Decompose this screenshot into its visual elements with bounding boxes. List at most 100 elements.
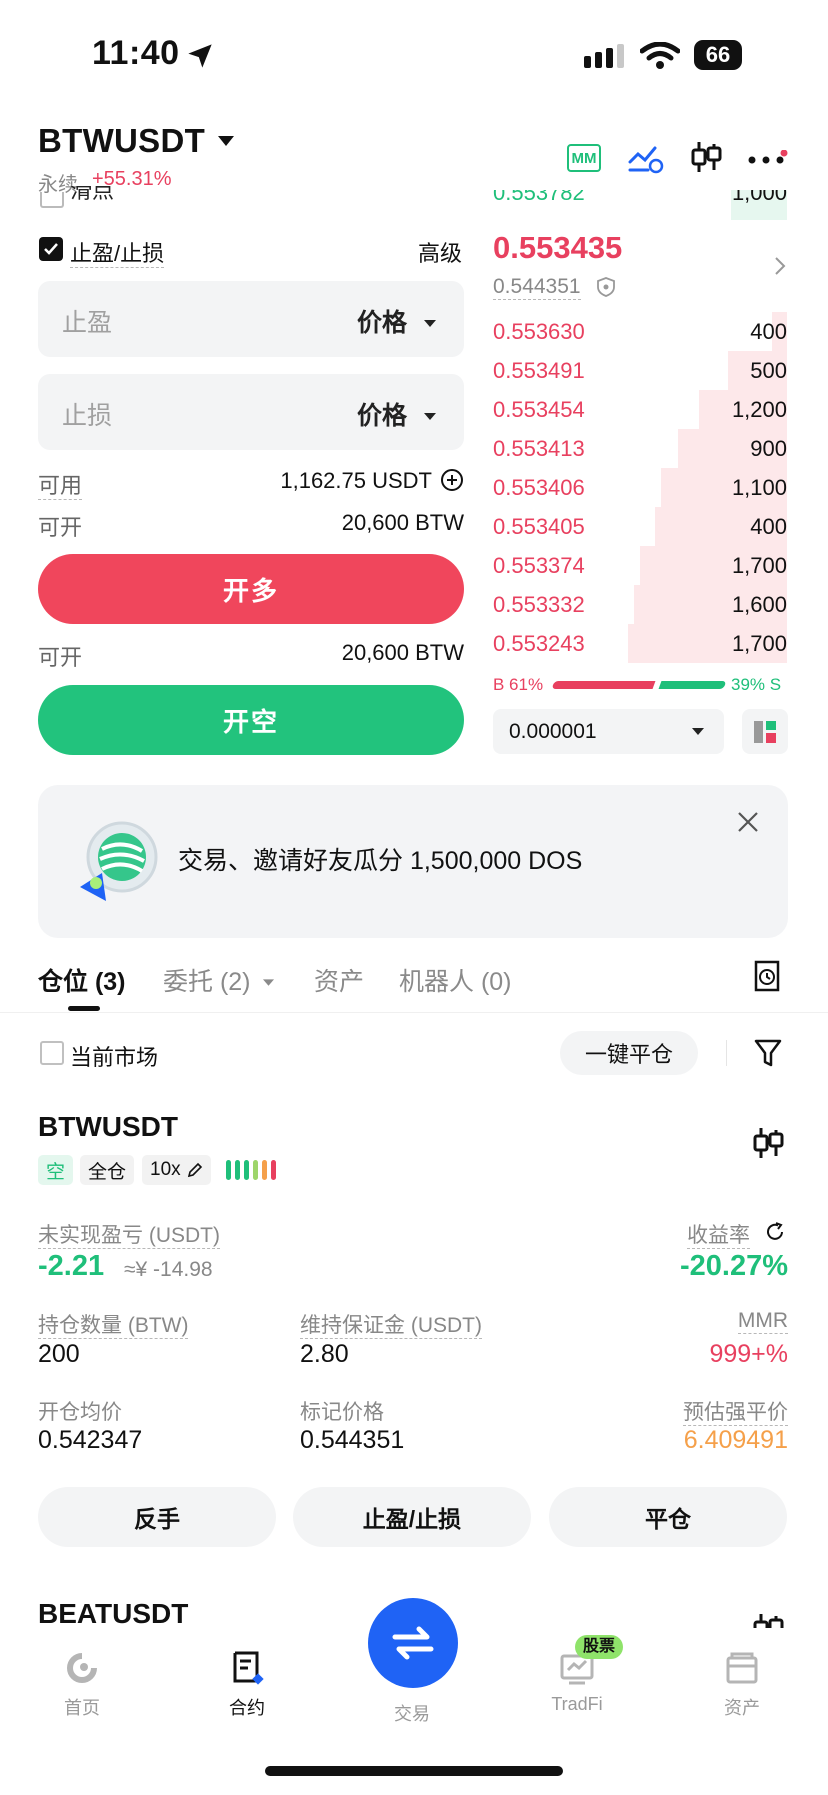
checkmark-icon — [44, 243, 58, 255]
margin-mode-tag[interactable]: 全仓 — [80, 1155, 135, 1185]
tab-active-indicator — [68, 1006, 100, 1011]
candlestick-icon[interactable] — [752, 1126, 784, 1160]
last-price: 0.553435 — [493, 230, 623, 265]
ask-price: 0.553630 — [493, 319, 585, 344]
promo-coin-icon — [72, 817, 158, 907]
ask-row[interactable]: 0.553491 500 — [493, 351, 787, 390]
layout-icon — [754, 720, 776, 743]
edit-icon — [187, 1162, 202, 1178]
sl-price-type-dropdown[interactable]: 价格 — [357, 396, 436, 432]
add-circle-icon[interactable] — [440, 468, 464, 492]
wallet-icon — [726, 1652, 758, 1684]
stop-loss-placeholder: 止损 — [62, 402, 113, 430]
ask-quantity: 400 — [750, 514, 787, 539]
reverse-button[interactable]: 反手 — [38, 1487, 276, 1547]
ask-price: 0.553243 — [493, 631, 585, 656]
position-symbol[interactable]: BTWUSDT — [38, 1111, 178, 1143]
close-all-button[interactable]: 一键平仓 — [560, 1031, 698, 1075]
ask-quantity: 500 — [750, 358, 787, 383]
unrealized-pnl-value: -2.21 — [38, 1250, 105, 1282]
open-long-button[interactable]: 开多 — [38, 554, 464, 624]
symbol-title[interactable]: BTWUSDT — [38, 122, 205, 160]
unrealized-pnl-cny: ≈¥ -14.98 — [124, 1258, 213, 1281]
tradfi-badge: 股票 — [575, 1635, 624, 1659]
ask-row[interactable]: 0.553243 1,700 — [493, 624, 787, 663]
advanced-link[interactable]: 高级 — [418, 236, 462, 268]
ask-row[interactable]: 0.553405 400 — [493, 507, 787, 546]
nav-home[interactable]: 首页 — [32, 1650, 132, 1720]
ask-row[interactable]: 0.553406 1,100 — [493, 468, 787, 507]
nav-trade-label: 交易 — [394, 1704, 430, 1724]
mark-price: 0.544351 — [493, 275, 581, 300]
next-position-symbol[interactable]: BEATUSDT — [38, 1598, 188, 1630]
close-icon[interactable] — [737, 811, 759, 833]
tp-sl-checkbox[interactable] — [39, 237, 63, 261]
trade-fab-button[interactable] — [368, 1598, 458, 1688]
trend-chart-icon[interactable] — [628, 142, 664, 174]
contract-icon — [233, 1651, 264, 1685]
sell-ratio-bar — [658, 681, 727, 689]
ask-quantity: 1,700 — [731, 631, 787, 656]
shield-icon — [597, 277, 615, 297]
precision-dropdown[interactable]: 0.000001 — [493, 709, 724, 754]
ask-quantity: 1,700 — [731, 553, 787, 578]
nav-tradfi-label: TradFi — [551, 1694, 603, 1714]
tab-positions[interactable]: 仓位 (3) — [38, 962, 126, 998]
ask-price: 0.553406 — [493, 475, 585, 500]
location-arrow-icon — [186, 42, 214, 70]
can-open-long-label: 可开 — [38, 515, 83, 540]
caret-down-icon — [692, 728, 704, 735]
risk-level-bars — [226, 1160, 278, 1185]
open-short-button[interactable]: 开空 — [38, 685, 464, 755]
mark-price-label: 标记价格 — [300, 1401, 384, 1424]
caret-down-icon — [424, 413, 436, 421]
buy-ratio-bar — [551, 681, 656, 689]
history-icon[interactable] — [754, 960, 780, 992]
nav-contract[interactable]: 合约 — [197, 1650, 297, 1720]
mmr-label: MMR — [737, 1309, 788, 1334]
share-refresh-icon[interactable] — [764, 1221, 786, 1243]
promo-banner[interactable]: 交易、邀请好友瓜分 1,500,000 DOS — [38, 785, 788, 938]
ask-row[interactable]: 0.553630 400 — [493, 312, 787, 351]
filter-divider — [726, 1040, 727, 1066]
slippage-checkbox[interactable] — [40, 192, 64, 208]
ask-row[interactable]: 0.553374 1,700 — [493, 546, 787, 585]
home-icon — [67, 1653, 97, 1683]
ask-row[interactable]: 0.553332 1,600 — [493, 585, 787, 624]
nav-assets[interactable]: 资产 — [692, 1650, 792, 1720]
ask-quantity: 400 — [750, 319, 787, 344]
candlestick-icon[interactable] — [690, 140, 722, 174]
ask-row[interactable]: 0.553413 900 — [493, 429, 787, 468]
filter-icon[interactable] — [754, 1038, 782, 1068]
tp-sl-label[interactable]: 止盈/止损 — [70, 236, 165, 268]
maint-margin-value: 2.80 — [300, 1340, 349, 1368]
caret-down-icon — [424, 320, 436, 328]
tab-assets[interactable]: 资产 — [314, 962, 364, 998]
current-market-checkbox[interactable] — [40, 1041, 64, 1065]
leverage-tag[interactable]: 10x — [142, 1155, 211, 1185]
nav-tradfi[interactable]: TradFi — [527, 1650, 627, 1715]
tp-sl-button[interactable]: 止盈/止损 — [293, 1487, 531, 1547]
tabs-divider — [0, 1012, 828, 1013]
take-profit-field[interactable]: 止盈 价格 — [38, 281, 464, 357]
orderbook-top-partial-row: 0.553782 1,000 — [493, 190, 787, 220]
chevron-right-icon[interactable] — [774, 256, 786, 276]
nav-trade[interactable]: 交易 — [362, 1700, 462, 1726]
close-position-button[interactable]: 平仓 — [549, 1487, 787, 1547]
candlestick-icon[interactable] — [752, 1612, 784, 1628]
stop-loss-field[interactable]: 止损 价格 — [38, 374, 464, 450]
orderbook-layout-button[interactable] — [742, 709, 788, 754]
tab-orders[interactable]: 委托 (2) — [163, 962, 275, 998]
sell-ratio-label: 39% S — [731, 675, 782, 694]
tp-price-type-dropdown[interactable]: 价格 — [357, 303, 436, 339]
tab-bots[interactable]: 机器人 (0) — [399, 962, 512, 998]
can-open-long-value: 20,600 BTW — [341, 510, 464, 535]
swap-icon — [392, 1626, 434, 1660]
ask-row[interactable]: 0.553454 1,200 — [493, 390, 787, 429]
mm-icon[interactable]: MM — [567, 144, 601, 172]
entry-price-label: 开仓均价 — [38, 1401, 122, 1424]
home-indicator — [265, 1766, 563, 1776]
ask-price: 0.553454 — [493, 397, 585, 422]
chevron-down-icon[interactable] — [218, 136, 234, 148]
more-icon[interactable] — [748, 150, 788, 166]
